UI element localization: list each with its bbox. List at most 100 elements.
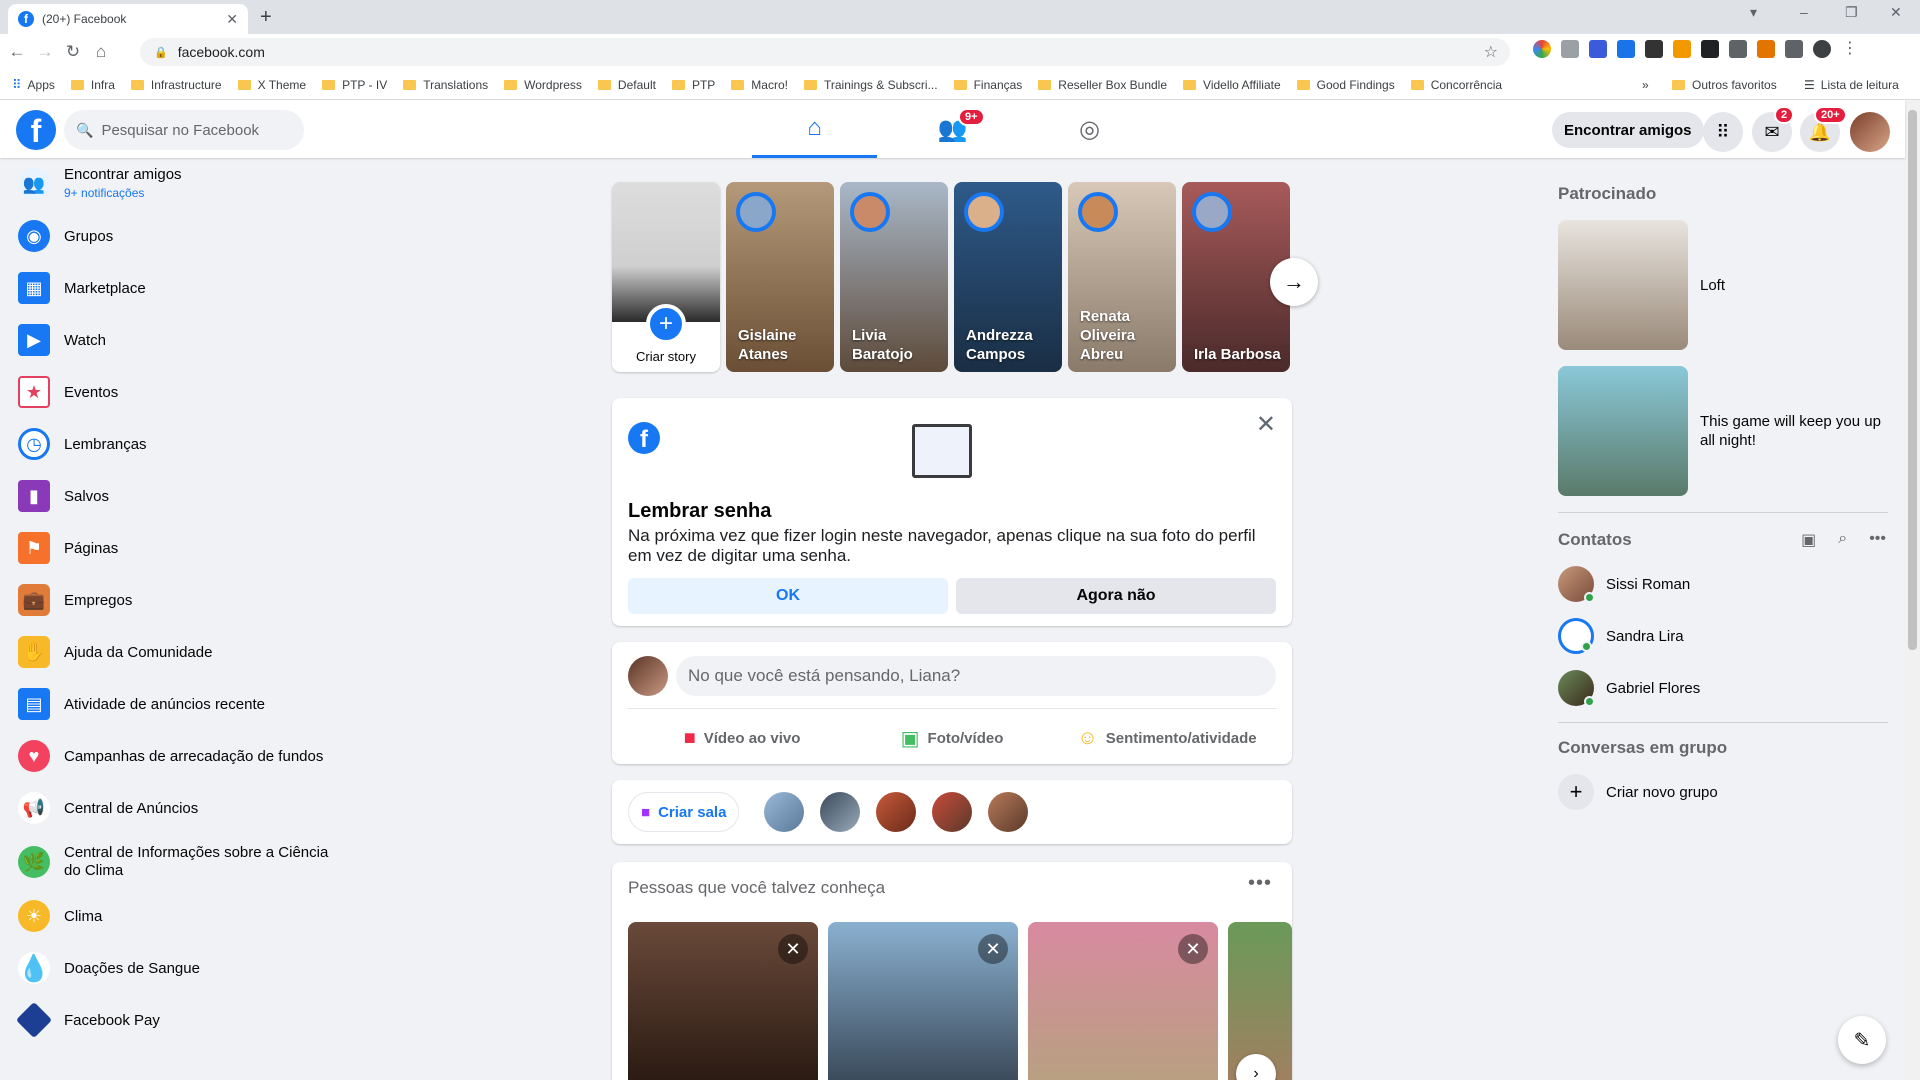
- address-bar[interactable]: 🔒 facebook.com ☆: [140, 38, 1510, 66]
- sponsored-ad[interactable]: This game will keep you up all night!: [1558, 366, 1888, 496]
- menu-grid-button[interactable]: ⠿: [1703, 112, 1743, 152]
- reading-list-button[interactable]: ☰ Lista de leitura: [1804, 78, 1899, 92]
- contact-item[interactable]: Sissi Roman: [1558, 558, 1690, 610]
- extension-icon[interactable]: [1617, 40, 1635, 58]
- minimize-button[interactable]: –: [1800, 4, 1808, 20]
- ok-button[interactable]: OK: [628, 578, 948, 614]
- post-input[interactable]: No que você está pensando, Liana?: [676, 656, 1276, 696]
- reload-button[interactable]: ↻: [62, 42, 84, 62]
- sidebar-item-groups[interactable]: ◉ Grupos: [8, 210, 348, 262]
- sidebar-item-weather[interactable]: ☀ Clima: [8, 890, 348, 942]
- person-suggestion-card[interactable]: ✕: [1028, 922, 1218, 1080]
- bookmark-folder[interactable]: Wordpress: [504, 78, 582, 92]
- sidebar-item-marketplace[interactable]: ▦ Marketplace: [8, 262, 348, 314]
- search-icon[interactable]: ⌕: [1838, 530, 1847, 550]
- create-story-card[interactable]: + Criar story: [612, 182, 720, 372]
- sidebar-item-community-help[interactable]: ✋ Ajuda da Comunidade: [8, 626, 348, 678]
- not-now-button[interactable]: Agora não: [956, 578, 1276, 614]
- room-contact-avatar[interactable]: [876, 792, 916, 832]
- live-video-button[interactable]: ■ Vídeo ao vivo: [652, 718, 832, 758]
- profile-menu-icon[interactable]: ▾: [1750, 4, 1757, 21]
- sidebar-item-watch[interactable]: ▶ Watch: [8, 314, 348, 366]
- contact-item[interactable]: Gabriel Flores: [1558, 662, 1700, 714]
- bookmark-folder[interactable]: Trainings & Subscri...: [803, 78, 938, 92]
- bookmark-folder[interactable]: Concorrência: [1410, 78, 1502, 92]
- find-friends-button[interactable]: Encontrar amigos: [1552, 112, 1704, 148]
- story-card[interactable]: Livia Baratojo: [840, 182, 948, 372]
- lock-icon[interactable]: 🔒: [154, 46, 168, 59]
- extension-icon[interactable]: [1589, 40, 1607, 58]
- feeling-activity-button[interactable]: ☺ Sentimento/atividade: [1062, 718, 1272, 758]
- sidebar-item-ads-center[interactable]: 📢 Central de Anúncios: [8, 782, 348, 834]
- bookmark-folder[interactable]: Default: [597, 78, 656, 92]
- stories-next-button[interactable]: →: [1270, 258, 1318, 306]
- bookmark-folder[interactable]: Good Findings: [1296, 78, 1395, 92]
- sidebar-item-find-friends[interactable]: 👥 Encontrar amigos 9+ notificações: [8, 158, 348, 210]
- sidebar-item-facebook-pay[interactable]: Facebook Pay: [8, 994, 348, 1046]
- bookmark-folder[interactable]: Finanças: [953, 78, 1022, 92]
- bookmark-folder[interactable]: PTP - IV: [322, 78, 387, 92]
- room-contact-avatar[interactable]: [988, 792, 1028, 832]
- more-options-icon[interactable]: •••: [1248, 872, 1272, 895]
- browser-tab[interactable]: f (20+) Facebook ✕: [8, 4, 248, 34]
- sidebar-item-memories[interactable]: ◷ Lembranças: [8, 418, 348, 470]
- profile-avatar-icon[interactable]: [1813, 40, 1831, 58]
- extension-icon[interactable]: [1561, 40, 1579, 58]
- close-tab-icon[interactable]: ✕: [226, 11, 238, 28]
- bookmark-folder[interactable]: Reseller Box Bundle: [1038, 78, 1167, 92]
- bookmark-folder[interactable]: PTP: [671, 78, 715, 92]
- create-new-group-button[interactable]: + Criar novo grupo: [1558, 766, 1718, 818]
- extension-icon[interactable]: [1645, 40, 1663, 58]
- dismiss-icon[interactable]: ✕: [778, 934, 808, 964]
- bookmark-apps[interactable]: ⠿ Apps: [12, 77, 55, 93]
- bookmark-folder[interactable]: X Theme: [237, 78, 306, 92]
- nav-groups-tab[interactable]: ◎: [1027, 100, 1152, 158]
- user-avatar[interactable]: [628, 656, 668, 696]
- bookmark-folder[interactable]: Infra: [70, 78, 115, 92]
- back-button[interactable]: ←: [6, 42, 28, 62]
- nav-friends-tab[interactable]: 👥 9+: [890, 100, 1015, 158]
- more-options-icon[interactable]: •••: [1869, 530, 1886, 550]
- home-button[interactable]: ⌂: [90, 42, 112, 62]
- photo-video-button[interactable]: ▣ Foto/vídeo: [862, 718, 1042, 758]
- bookmark-folder[interactable]: Vidello Affiliate: [1183, 78, 1281, 92]
- other-bookmarks-folder[interactable]: Outros favoritos: [1672, 78, 1777, 92]
- notifications-button[interactable]: 🔔 20+: [1800, 106, 1847, 152]
- new-message-button[interactable]: ✎: [1838, 1016, 1886, 1064]
- restore-button[interactable]: ❐: [1845, 4, 1858, 21]
- browser-menu-icon[interactable]: ⋮: [1841, 40, 1859, 58]
- account-avatar[interactable]: [1850, 112, 1890, 152]
- bookmark-folder[interactable]: Infrastructure: [130, 78, 222, 92]
- sidebar-item-ad-activity[interactable]: ▤ Atividade de anúncios recente: [8, 678, 348, 730]
- facebook-logo-icon[interactable]: f: [16, 110, 56, 150]
- nav-home-tab[interactable]: ⌂: [752, 100, 877, 158]
- sponsored-ad[interactable]: Loft: [1558, 220, 1888, 350]
- create-room-button[interactable]: ■ Criar sala: [628, 792, 740, 832]
- bookmark-folder[interactable]: Translations: [403, 78, 488, 92]
- extension-icon[interactable]: [1729, 40, 1747, 58]
- contact-item[interactable]: Sandra Lira: [1558, 610, 1684, 662]
- extension-icon[interactable]: [1673, 40, 1691, 58]
- sidebar-item-climate-info[interactable]: 🌿 Central de Informações sobre a Ciência …: [8, 834, 348, 890]
- sidebar-item-events[interactable]: ★ Eventos: [8, 366, 348, 418]
- sidebar-item-fundraisers[interactable]: ♥ Campanhas de arrecadação de fundos: [8, 730, 348, 782]
- room-contact-avatar[interactable]: [820, 792, 860, 832]
- scrollbar-thumb[interactable]: [1908, 110, 1917, 650]
- forward-button[interactable]: →: [34, 42, 56, 62]
- bookmark-star-icon[interactable]: ☆: [1484, 42, 1498, 62]
- more-bookmarks-button[interactable]: »: [1642, 78, 1649, 92]
- sidebar-item-saved[interactable]: ▮ Salvos: [8, 470, 348, 522]
- person-suggestion-card[interactable]: ✕: [828, 922, 1018, 1080]
- page-scrollbar[interactable]: [1905, 100, 1920, 1080]
- sidebar-item-blood-donation[interactable]: 💧 Doações de Sangue: [8, 942, 348, 994]
- sidebar-item-pages[interactable]: ⚑ Páginas: [8, 522, 348, 574]
- extension-icon[interactable]: [1701, 40, 1719, 58]
- extension-icon[interactable]: [1757, 40, 1775, 58]
- close-window-button[interactable]: ✕: [1890, 4, 1902, 21]
- close-icon[interactable]: ✕: [1256, 410, 1276, 439]
- extension-icon[interactable]: [1533, 40, 1551, 58]
- video-call-icon[interactable]: ▣: [1801, 530, 1816, 550]
- dismiss-icon[interactable]: ✕: [1178, 934, 1208, 964]
- room-contact-avatar[interactable]: [932, 792, 972, 832]
- facebook-search-input[interactable]: 🔍 Pesquisar no Facebook: [64, 110, 304, 150]
